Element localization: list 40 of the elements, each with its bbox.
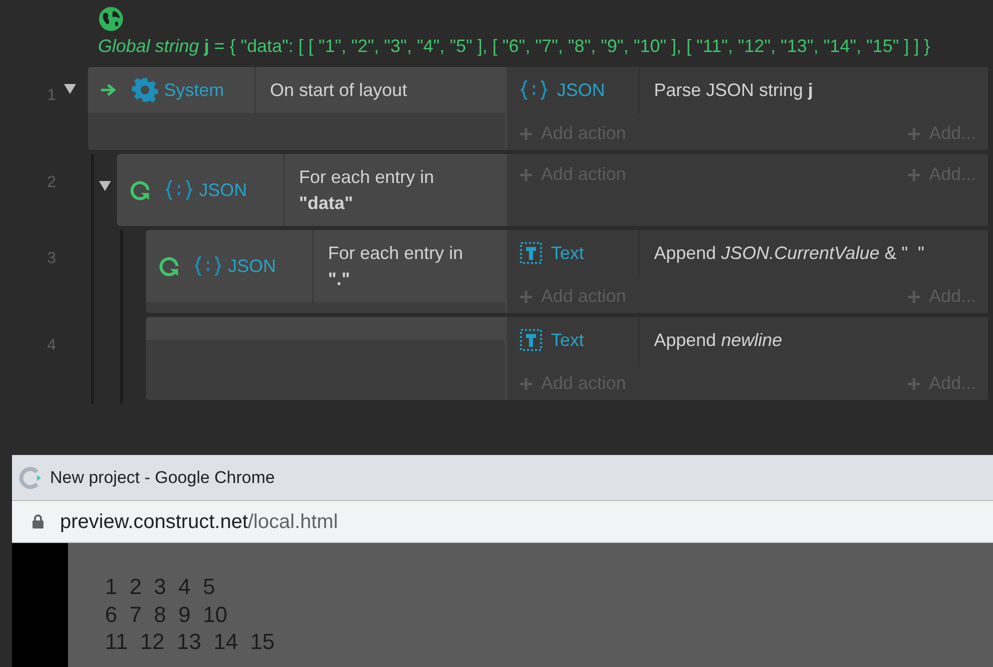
plus-icon [519,126,533,140]
url-field[interactable]: preview.construct.net/local.html [60,506,338,536]
arrow-icon [100,83,118,97]
object-name: JSON [228,254,276,278]
lock-icon [32,514,44,529]
braces-icon [165,179,193,201]
output-line: 1 2 3 4 5 [105,573,216,600]
object-name: JSON [557,78,606,102]
plus-icon [906,290,921,304]
condition-text[interactable]: For each entry in "." [314,230,505,302]
object-name: JSON [199,178,248,202]
loop-icon [129,179,151,201]
spinner-icon [18,466,42,490]
object-name: Text [551,242,584,264]
globe-icon [98,6,124,32]
plus-icon [906,168,921,182]
global-variable: Global string j = { "data": [ [ "1", "2", "3", "4", "5" ], [ "6", "7", "8", "9", "10" ], [ "11", "12", "13", "14", "15" ] ] } [98,35,932,58]
loop-icon [158,255,180,277]
plus-icon [906,376,921,390]
object-name: Text [551,328,584,352]
plus-icon [519,376,533,390]
output-line: 11 12 13 14 15 [105,628,276,656]
window-title: New project - Google Chrome [50,466,275,489]
expand-toggle[interactable] [99,181,111,191]
gear-icon [132,77,158,103]
plus-icon [519,168,533,182]
text-object-icon [520,329,542,351]
condition-text[interactable]: For each entry in "data" [285,154,505,226]
condition-text[interactable]: On start of layout [256,67,505,113]
expand-toggle[interactable] [64,84,76,94]
text-object-icon [520,242,542,264]
braces-icon [520,79,548,101]
plus-icon [519,290,533,304]
action-text[interactable]: Append newline [640,317,782,363]
output-line: 6 7 8 9 10 [105,600,228,628]
object-name: System [164,78,224,102]
plus-icon [906,126,921,140]
action-text[interactable]: Append JSON.CurrentValue & " " [640,230,924,276]
action-text[interactable]: Parse JSON string j [640,67,814,113]
braces-icon [194,255,222,277]
